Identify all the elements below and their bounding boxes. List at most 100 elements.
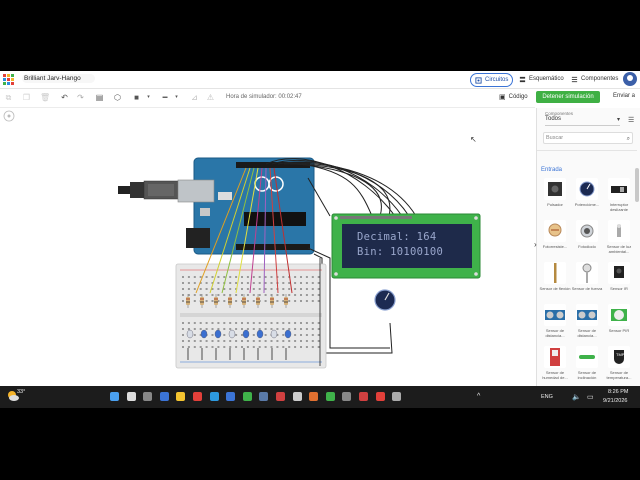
breadboard-hole <box>217 294 220 296</box>
breadboard-hole <box>276 322 279 324</box>
app-icon-7[interactable] <box>359 392 368 401</box>
component-tile[interactable]: Sensor IR <box>604 262 634 304</box>
redo-icon[interactable]: ↷ <box>76 93 85 102</box>
breadboard-hole <box>246 294 249 296</box>
panel-scrollbar[interactable] <box>635 148 639 383</box>
mirror-icon[interactable]: ⊿ <box>190 93 199 102</box>
tab-components-list[interactable]: Componentes <box>567 73 622 85</box>
scrollbar-thumb[interactable] <box>635 168 639 202</box>
clock-time[interactable]: 8:26 PM <box>608 389 628 395</box>
task-view-icon[interactable] <box>143 392 153 401</box>
component-tile[interactable]: Interruptor deslizante <box>604 178 634 220</box>
tilt-sensor-icon <box>576 346 598 368</box>
component-tile[interactable]: Sensor de inclinación <box>572 346 602 386</box>
store-icon[interactable] <box>226 392 236 401</box>
section-title-input: Entrada <box>541 167 563 173</box>
breadboard-hole <box>311 276 314 278</box>
breadboard-hole <box>264 346 267 348</box>
slide-switch-icon <box>608 178 630 200</box>
tab-circuits[interactable]: Circuitos <box>470 73 514 87</box>
undo-icon[interactable]: ↶ <box>60 93 69 102</box>
app-icon-9[interactable] <box>392 392 402 401</box>
clock-date[interactable]: 9/21/2026 <box>603 398 627 404</box>
breadboard-hole <box>282 294 285 296</box>
edge-icon[interactable] <box>209 392 219 401</box>
app-icon-3[interactable] <box>292 392 302 401</box>
steam-icon[interactable] <box>259 392 269 401</box>
breadboard-hole <box>258 282 261 284</box>
tab-label: Componentes <box>581 76 619 82</box>
component-tile[interactable]: Sensor de distancia... <box>572 304 602 346</box>
components-filter-select[interactable]: Todos <box>545 116 620 126</box>
send-to-button[interactable]: Enviar a <box>613 93 635 99</box>
color-swatch-icon[interactable]: ■ <box>132 93 141 102</box>
user-avatar[interactable] <box>623 72 637 86</box>
app-icon-5[interactable] <box>325 392 335 401</box>
component-tile[interactable]: Sensor de humedad de... <box>540 346 570 386</box>
breadboard-hole <box>258 328 261 330</box>
trash-icon[interactable]: 🗑 <box>40 93 50 102</box>
component-tile[interactable]: Sensor PIR <box>604 304 634 346</box>
list-view-icon[interactable]: ☰ <box>628 116 634 124</box>
component-tile[interactable]: Sensor de luz ambiental... <box>604 220 634 262</box>
battery-icon[interactable]: ▭ <box>587 393 594 401</box>
component-tile[interactable]: Potencióme... <box>572 178 602 220</box>
circuit-canvas[interactable]: Decimal: 164 Bin: 10100100 ↖ <box>0 108 535 386</box>
breadboard-hole <box>205 282 208 284</box>
component-search-input[interactable]: Buscar ⌕ <box>543 132 633 144</box>
breadboard-hole <box>288 300 291 302</box>
breadboard-hole <box>217 288 220 290</box>
component-tile[interactable]: Fotodiodo <box>572 220 602 262</box>
breadboard-hole <box>182 346 184 348</box>
breadboard-hole <box>241 334 243 336</box>
breadboard-hole <box>229 340 232 342</box>
component-tile[interactable]: Sensor de flexión <box>540 262 570 304</box>
wire-type-icon[interactable]: ━ <box>158 93 172 102</box>
widgets-icon[interactable] <box>159 392 169 401</box>
app-icon-2[interactable] <box>276 392 285 401</box>
tab-schematic[interactable]: Esquemático <box>515 73 568 85</box>
color-dropdown-chevron-icon[interactable]: ▾ <box>144 93 153 102</box>
breadboard-hole <box>294 322 297 324</box>
tinkercad-logo-icon[interactable] <box>3 74 14 85</box>
breadboard-hole <box>288 288 291 290</box>
speaker-icon[interactable]: 🔈 <box>572 393 581 401</box>
breadboard-hole <box>311 328 314 330</box>
component-tile[interactable]: Fotorresiste... <box>540 220 570 262</box>
breadboard-hole <box>252 294 255 296</box>
breadboard-hole <box>317 300 320 302</box>
chrome-icon[interactable] <box>193 392 202 401</box>
wire-dropdown-chevron-icon[interactable]: ▾ <box>172 93 181 102</box>
app-icon-4[interactable] <box>309 392 319 401</box>
search-taskbar-icon[interactable] <box>126 392 136 401</box>
start-menu-icon[interactable] <box>110 392 119 401</box>
soil-moisture-icon <box>544 346 566 368</box>
breadboard-hole <box>252 300 255 302</box>
breadboard-hole <box>241 328 243 330</box>
breadboard-hole <box>182 322 184 324</box>
code-button[interactable]: ▣ Código <box>499 93 528 101</box>
panel-collapse-chevron-icon[interactable]: › <box>534 240 537 249</box>
warning-icon[interactable]: ⚠ <box>206 93 215 102</box>
language-indicator[interactable]: ENG <box>541 394 553 400</box>
component-tile[interactable]: Sensor de fuerza <box>572 262 602 304</box>
app-icon-6[interactable] <box>342 392 352 401</box>
paste-icon[interactable]: ❐ <box>22 93 31 102</box>
app-icon-1[interactable] <box>242 392 252 401</box>
breadboard-hole <box>258 322 261 324</box>
toolbar: ⧉ ❐ 🗑 ↶ ↷ ▤ ⬡ ■ ▾ ━ ▾ ⊿ ⚠ Hora de simula… <box>0 89 535 108</box>
file-explorer-icon[interactable] <box>176 392 186 401</box>
component-tile[interactable]: TMP Sensor de temperatura... <box>604 346 634 386</box>
component-tile[interactable]: Sensor de distancia... <box>540 304 570 346</box>
tray-expand-chevron-icon[interactable]: ^ <box>477 393 480 400</box>
breadboard-hole <box>187 282 190 284</box>
notes-icon[interactable]: ▤ <box>95 93 104 102</box>
component-tile[interactable]: Pulsador <box>540 178 570 220</box>
breadboard-hole <box>264 276 267 278</box>
stop-simulation-button[interactable]: Detener simulación <box>536 91 600 103</box>
project-name[interactable]: Brilliant Jarv-Hango <box>22 74 95 83</box>
flex-sensor-icon <box>544 262 566 284</box>
app-icon-8[interactable] <box>375 392 385 401</box>
flip-icon[interactable]: ⬡ <box>113 93 122 102</box>
copy-icon[interactable]: ⧉ <box>4 93 13 102</box>
